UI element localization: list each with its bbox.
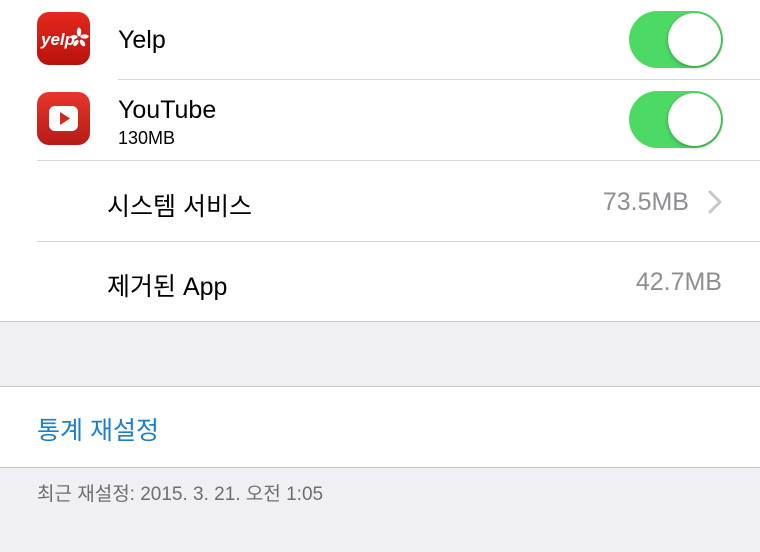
app-name-youtube: YouTube — [118, 96, 217, 124]
svg-text:yelp: yelp — [40, 30, 75, 49]
app-name-yelp: Yelp — [118, 26, 166, 54]
yelp-cellular-toggle[interactable] — [629, 11, 723, 68]
removed-apps-value: 42.7MB — [635, 268, 722, 296]
reset-statistics-button[interactable]: 통계 재설정 — [37, 411, 159, 447]
youtube-cellular-toggle[interactable] — [629, 91, 723, 148]
system-services-value: 73.5MB — [602, 188, 689, 216]
app-row-youtube: YouTube 130MB — [0, 80, 760, 160]
app-usage-group: yelp Yelp YouTube 130MB 시스템 서비스 73.5MB 제… — [0, 0, 760, 322]
app-size-youtube: 130MB — [118, 128, 176, 148]
yelp-logo-graphic: yelp — [40, 27, 89, 49]
chevron-right-icon — [708, 190, 722, 214]
toggle-knob — [668, 13, 721, 66]
app-row-yelp: yelp Yelp — [0, 0, 760, 80]
youtube-play-icon — [37, 92, 90, 145]
system-services-row[interactable]: 시스템 서비스 73.5MB — [0, 161, 760, 241]
reset-statistics-group: 통계 재설정 — [0, 386, 760, 468]
removed-apps-row: 제거된 App 42.7MB — [0, 242, 760, 321]
system-services-label: 시스템 서비스 — [107, 193, 252, 221]
removed-apps-label: 제거된 App — [107, 273, 228, 301]
last-reset-note: 최근 재설정: 2015. 3. 21. 오전 1:05 — [37, 484, 324, 505]
yelp-logo-icon: yelp — [37, 12, 90, 65]
toggle-knob — [668, 93, 721, 146]
youtube-logo-graphic — [49, 106, 78, 131]
